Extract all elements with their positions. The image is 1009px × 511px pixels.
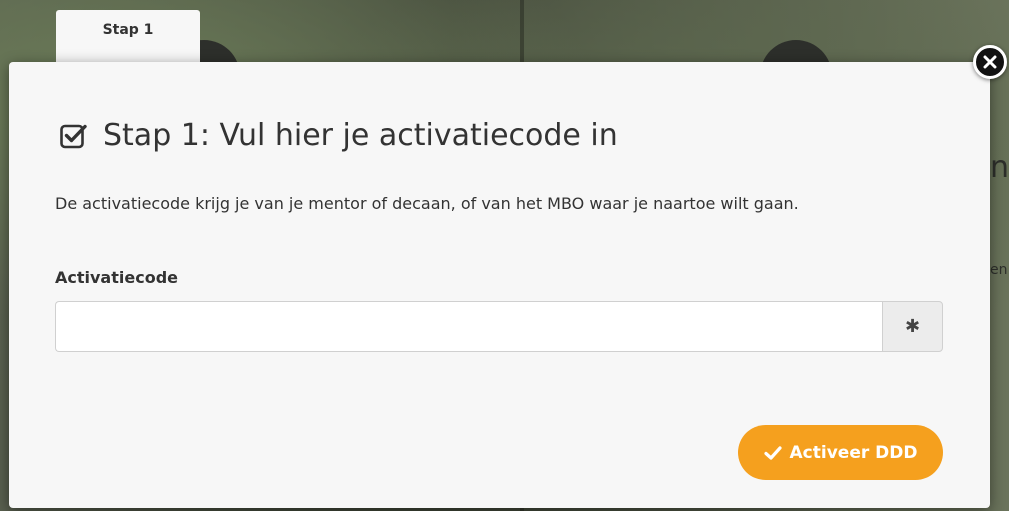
step-tab[interactable]: Stap 1 (56, 10, 200, 62)
close-icon[interactable] (973, 45, 1007, 79)
activation-code-label: Activatiecode (55, 268, 178, 287)
background-heading-fragment: n (990, 150, 1009, 185)
checkbox-checked-icon (59, 121, 89, 151)
step-tab-label: Stap 1 (102, 22, 154, 38)
activate-button-label: Activeer DDD (789, 442, 918, 463)
modal-description: De activatiecode krijg je van je mentor … (55, 194, 799, 213)
activation-code-group: ✱ (55, 301, 943, 352)
asterisk-glyph: ✱ (904, 316, 921, 337)
activation-code-input[interactable] (55, 301, 882, 352)
background-text-fragment: en (990, 262, 1008, 278)
activate-button[interactable]: Activeer DDD (738, 425, 943, 480)
modal-title: Stap 1: Vul hier je activatiecode in (59, 117, 618, 155)
activation-modal: Stap 1: Vul hier je activatiecode in De … (9, 62, 990, 508)
modal-title-text: Stap 1: Vul hier je activatiecode in (103, 118, 618, 153)
asterisk-icon[interactable]: ✱ (882, 301, 943, 352)
checkmark-icon (763, 445, 782, 461)
